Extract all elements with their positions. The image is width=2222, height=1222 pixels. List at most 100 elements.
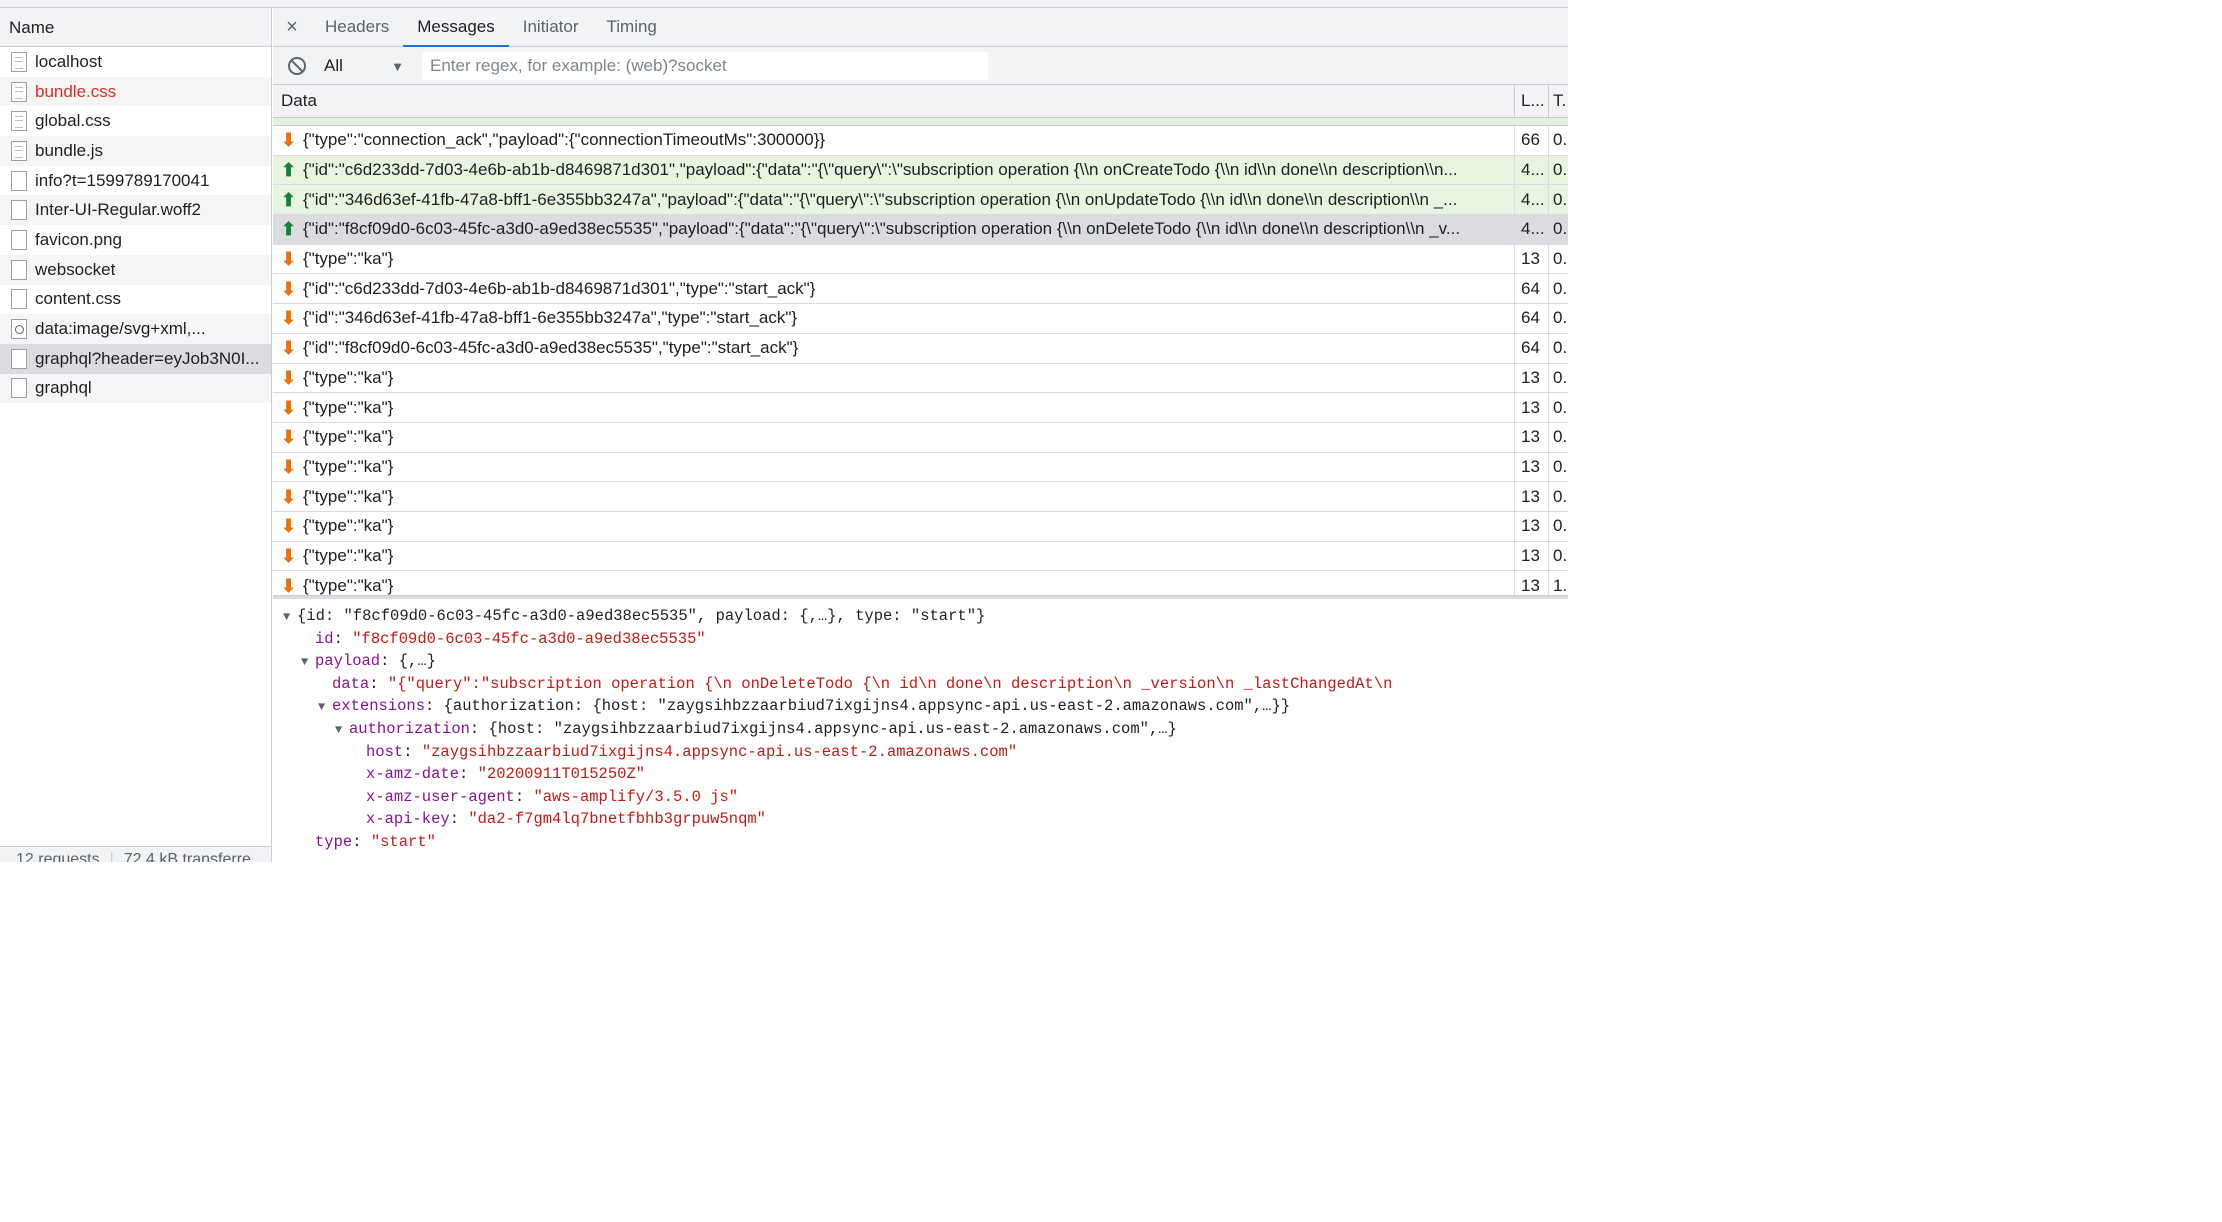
message-length-cell: 4... [1515,185,1549,215]
message-time-cell: 0. [1553,338,1568,358]
tree-value: "aws-amplify/3.5.0 js" [533,787,739,806]
document-icon [11,111,27,132]
tree-extensions[interactable]: ▼ extensions: {authorization: {host: "zay… [273,695,1568,718]
request-list: localhost bundle.css global.css bundle.js in… [0,47,271,404]
message-text: {"id":"f8cf09d0-6c03-45fc-a3d0-a9ed38ec5… [303,338,799,358]
clear-messages-icon[interactable] [288,56,306,75]
message-text: {"id":"f8cf09d0-6c03-45fc-a3d0-a9ed38ec5… [303,219,1461,239]
blank-file-icon [11,170,27,191]
request-row[interactable]: favicon.png [0,225,271,255]
message-length-cell: 13 [1515,393,1549,422]
blank-file-icon [11,378,27,399]
tree-value: "start" [370,832,436,851]
message-type-select[interactable]: All ▼ [324,56,404,76]
message-type-value: All [324,55,343,75]
tree-key: x-api-key [366,810,450,829]
request-name: content.css [35,289,121,309]
message-row[interactable]: ⬇ {"type":"ka"} 13 0. [273,422,1568,453]
tab-initiator[interactable]: Initiator [509,8,593,46]
tree-summary: {,…} [398,652,436,671]
tree-key: x-amz-user-agent [366,787,515,806]
request-row[interactable]: bundle.js [0,136,271,166]
request-row[interactable]: graphql [0,373,271,404]
messages-grid-header: Data L... T. [273,85,1568,118]
request-row[interactable]: websocket [0,254,271,285]
tab-messages[interactable]: Messages [403,8,510,47]
request-row[interactable]: localhost [0,47,271,77]
tree-key: data [332,674,370,693]
message-row[interactable]: ⬇ {"type":"ka"} 13 0. [273,541,1568,572]
message-length-cell: 64 [1515,274,1549,304]
message-filter-bar: All ▼ [273,47,1568,85]
received-arrow-icon: ⬇ [281,367,297,388]
tab-timing[interactable]: Timing [593,8,671,46]
close-icon[interactable]: × [273,8,311,46]
message-row[interactable]: ⬆ {"id":"f8cf09d0-6c03-45fc-a3d0-a9ed38ec… [273,215,1568,245]
request-row[interactable]: global.css [0,106,271,137]
message-time-cell: 0. [1553,278,1568,298]
blank-file-icon [11,348,27,369]
expand-triangle-icon[interactable]: ▼ [301,651,315,674]
message-length-cell: 13 [1515,422,1549,452]
message-row[interactable]: ⬇ {"id":"c6d233dd-7d03-4e6b-ab1b-d8469871… [273,274,1568,305]
time-column-header[interactable]: T. [1549,85,1568,117]
message-row[interactable]: ⬇ {"type":"ka"} 13 0. [273,363,1568,394]
message-row[interactable]: ⬇ {"type":"ka"} 13 0. [273,244,1568,275]
message-data-cell: ⬇ {"type":"ka"} [273,452,1515,482]
message-data-cell: ⬇ {"type":"ka"} [273,393,1515,422]
request-name: graphql [35,378,92,398]
document-icon [11,81,27,102]
message-row[interactable]: ⬇ {"type":"ka"} 13 0. [273,482,1568,512]
message-data-cell: ⬆ {"id":"c6d233dd-7d03-4e6b-ab1b-d8469871… [273,155,1515,185]
blank-file-icon [11,200,27,221]
blank-file-icon [11,259,27,280]
message-length-cell: 13 [1515,511,1549,541]
message-row[interactable]: ⬇ {"id":"f8cf09d0-6c03-45fc-a3d0-a9ed38ec… [273,333,1568,364]
tree-root[interactable]: ▼ {id: "f8cf09d0-6c03-45fc-a3d0-a9ed38ec5… [273,605,1568,628]
message-row[interactable]: ⬇ {"id":"346d63ef-41fb-47a8-bff1-6e355bb3… [273,304,1568,334]
expand-triangle-icon[interactable]: ▼ [335,719,349,742]
message-row[interactable]: ⬆ {"id":"c6d233dd-7d03-4e6b-ab1b-d8469871… [273,155,1568,186]
request-row[interactable]: info?t=1599789170041 [0,165,271,196]
message-length-cell: 4... [1515,215,1549,244]
tree-key: authorization [349,719,470,738]
tree-key: x-amz-date [366,765,460,784]
message-time-cell: 0. [1553,189,1568,209]
message-data-cell: ⬇ {"type":"ka"} [273,482,1515,511]
message-row[interactable]: ⬇ {"type":"ka"} 13 0. [273,452,1568,483]
message-row[interactable]: ⬆ {"id":"346d63ef-41fb-47a8-bff1-6e355bb3… [273,185,1568,216]
request-list-panel: Name localhost bundle.css global.css bundle… [0,8,272,862]
message-data-cell: ⬇ {"id":"c6d233dd-7d03-4e6b-ab1b-d8469871… [273,274,1515,304]
expand-triangle-icon[interactable]: ▼ [283,606,297,629]
message-text: {"type":"ka"} [303,486,394,506]
request-row[interactable]: graphql?header=eyJob3N0I... [0,343,271,374]
request-row[interactable]: bundle.css [0,76,271,107]
tree-type: type: "start" [315,832,436,851]
request-row[interactable]: content.css [0,284,271,315]
request-row[interactable]: data:image/svg+xml,... [0,314,271,344]
message-row[interactable]: ⬇ {"type":"ka"} 13 1. [273,571,1568,595]
message-row[interactable]: ⬇ {"type":"ka"} 13 0. [273,511,1568,542]
tree-authorization[interactable]: ▼ authorization: {host: "zaygsihbzzaarbiu… [273,718,1568,741]
received-arrow-icon: ⬇ [281,456,297,477]
tree-value: "20200911T015250Z" [477,765,646,784]
message-row[interactable]: ⬇ {"type":"ka"} 13 0. [273,393,1568,423]
expand-triangle-icon[interactable]: ▼ [318,696,332,719]
request-row[interactable]: Inter-UI-Regular.woff2 [0,195,271,226]
filter-regex-input[interactable] [422,51,988,80]
length-column-header[interactable]: L... [1515,85,1549,117]
message-length-cell: 13 [1515,452,1549,482]
message-length-cell: 66 [1515,126,1549,155]
message-data-cell: ⬇ {"id":"f8cf09d0-6c03-45fc-a3d0-a9ed38ec… [273,333,1515,363]
tab-headers[interactable]: Headers [311,8,403,46]
request-name: graphql?header=eyJob3N0I... [35,348,260,368]
message-time-cell: 1. [1553,575,1568,595]
partial-message-row[interactable] [273,118,1568,126]
name-column-header[interactable]: Name [0,8,271,47]
data-column-header[interactable]: Data [273,85,1515,117]
message-data-cell: ⬇ {"id":"346d63ef-41fb-47a8-bff1-6e355bb3… [273,304,1515,333]
tree-payload[interactable]: ▼ payload: {,…} [273,650,1568,673]
request-name: localhost [35,51,103,71]
message-row[interactable]: ⬇ {"type":"connection_ack","payload":{"co… [273,126,1568,156]
message-time-cell: 0. [1553,219,1568,239]
